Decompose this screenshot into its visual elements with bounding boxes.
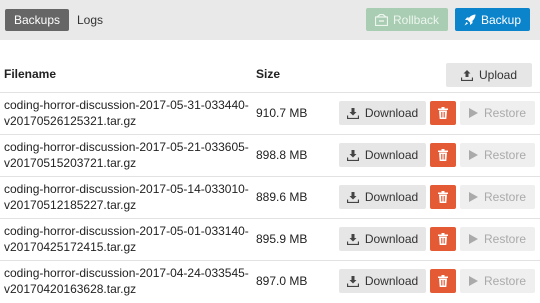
delete-button[interactable] [430, 227, 456, 251]
backup-filename: coding-horror-discussion-2017-05-31-0334… [4, 98, 249, 128]
rollback-button[interactable]: Rollback [366, 8, 448, 31]
download-label: Download [364, 274, 419, 288]
download-icon [346, 191, 359, 203]
rollback-icon [374, 13, 388, 26]
download-label: Download [364, 148, 419, 162]
download-icon [346, 275, 359, 287]
backup-size: 898.8 MB [256, 148, 308, 162]
column-header-size: Size [256, 67, 281, 81]
download-button[interactable]: Download [339, 143, 426, 167]
delete-button[interactable] [430, 269, 456, 293]
trash-icon [438, 275, 448, 287]
backup-size: 910.7 MB [256, 106, 308, 120]
backup-filename: coding-horror-discussion-2017-05-14-0330… [4, 182, 249, 212]
play-icon [468, 234, 478, 244]
restore-label: Restore [483, 232, 527, 246]
backup-filename: coding-horror-discussion-2017-05-01-0331… [4, 224, 249, 254]
rollback-label: Rollback [392, 12, 440, 27]
table-row: coding-horror-discussion-2017-04-24-0335… [0, 260, 540, 302]
trash-icon [438, 233, 448, 245]
download-label: Download [364, 232, 419, 246]
play-icon [468, 192, 478, 202]
table-row: coding-horror-discussion-2017-05-21-0336… [0, 134, 540, 176]
upload-icon [460, 69, 473, 81]
restore-label: Restore [483, 148, 527, 162]
restore-button[interactable]: Restore [460, 227, 535, 251]
rocket-icon [464, 14, 476, 26]
top-toolbar: Backups Logs Rollback Backup [0, 0, 540, 40]
restore-label: Restore [483, 190, 527, 204]
download-button[interactable]: Download [339, 227, 426, 251]
backup-button[interactable]: Backup [455, 8, 530, 31]
restore-label: Restore [483, 274, 527, 288]
trash-icon [438, 191, 448, 203]
table-row: coding-horror-discussion-2017-05-14-0330… [0, 176, 540, 218]
tab-backups[interactable]: Backups [5, 9, 70, 31]
backup-filename: coding-horror-discussion-2017-04-24-0335… [4, 266, 249, 296]
trash-icon [438, 107, 448, 119]
table-row: coding-horror-discussion-2017-05-01-0331… [0, 218, 540, 260]
table-row: coding-horror-discussion-2017-05-31-0334… [0, 92, 540, 134]
download-icon [346, 107, 359, 119]
restore-button[interactable]: Restore [460, 269, 535, 293]
download-icon [346, 233, 359, 245]
column-header-filename: Filename [4, 67, 57, 81]
play-icon [468, 108, 478, 118]
backup-size: 895.9 MB [256, 232, 308, 246]
download-button[interactable]: Download [339, 185, 426, 209]
download-button[interactable]: Download [339, 101, 426, 125]
play-icon [468, 150, 478, 160]
download-icon [346, 149, 359, 161]
upload-button[interactable]: Upload [446, 63, 532, 87]
download-button[interactable]: Download [339, 269, 426, 293]
download-label: Download [364, 106, 419, 120]
tab-logs[interactable]: Logs [68, 9, 112, 31]
backup-filename: coding-horror-discussion-2017-05-21-0336… [4, 140, 249, 170]
backup-size: 889.6 MB [256, 190, 308, 204]
trash-icon [438, 149, 448, 161]
play-icon [468, 276, 478, 286]
delete-button[interactable] [430, 143, 456, 167]
restore-button[interactable]: Restore [460, 101, 535, 125]
restore-label: Restore [483, 106, 527, 120]
backup-size: 897.0 MB [256, 274, 308, 288]
restore-button[interactable]: Restore [460, 185, 535, 209]
restore-button[interactable]: Restore [460, 143, 535, 167]
upload-label: Upload [478, 68, 518, 82]
delete-button[interactable] [430, 101, 456, 125]
delete-button[interactable] [430, 185, 456, 209]
backup-label: Backup [480, 12, 522, 27]
download-label: Download [364, 190, 419, 204]
